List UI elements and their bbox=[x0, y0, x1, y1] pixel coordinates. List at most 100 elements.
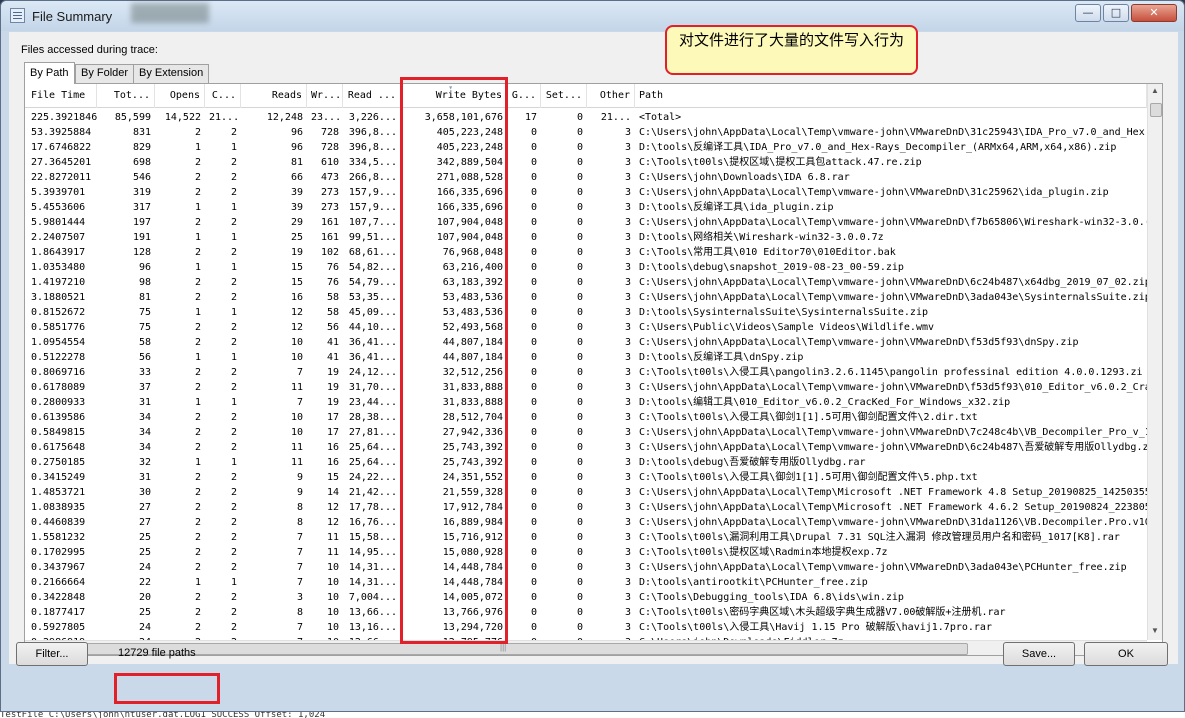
col-header-total[interactable]: Tot... bbox=[97, 84, 155, 108]
file-summary-app-icon bbox=[10, 8, 25, 23]
table-row[interactable]: 0.2800933 31 1 1 7 19 23,44... 31,833,888 0 0 3 D:\… bbox=[25, 395, 1147, 410]
table-row[interactable]: 53.3925884 831 2 2 96 728 396,8... 405,223,248 0… bbox=[25, 125, 1147, 140]
table-row[interactable]: 1.0838935 27 2 2 8 12 17,78... 17,912,784 0 0 3 C:\… bbox=[25, 500, 1147, 515]
cell-write-bytes: 271,088,528 bbox=[436, 172, 503, 183]
cell-total: 27 bbox=[138, 517, 151, 528]
save-button[interactable]: Save... bbox=[1003, 642, 1075, 666]
table-row[interactable]: 1.0353480 96 1 1 15 76 54,82... 63,216,400 0 0 3 D:… bbox=[25, 260, 1147, 275]
title-bar[interactable]: File Summary — □ ✕ bbox=[1, 1, 1184, 31]
col-header-get[interactable]: G... bbox=[507, 84, 541, 108]
cell-total: 20 bbox=[138, 592, 151, 603]
close-button[interactable]: ✕ bbox=[1131, 4, 1177, 22]
table-row[interactable]: 5.3939701 319 2 2 39 273 157,9... 166,335,696 0 0… bbox=[25, 185, 1147, 200]
cell-other: 3 bbox=[624, 127, 631, 138]
table-row[interactable]: 0.1702995 25 2 2 7 11 14,95... 15,080,928 0 0 3 C:\… bbox=[25, 545, 1147, 560]
table-row[interactable]: 0.5849815 34 2 2 10 17 27,81... 27,942,336 0 0 3 C:… bbox=[25, 425, 1147, 440]
col-header-opens[interactable]: Opens bbox=[155, 84, 205, 108]
vertical-scroll-thumb[interactable] bbox=[1150, 103, 1162, 117]
table-row[interactable]: 1.5581232 25 2 2 7 11 15,58... 15,716,912 0 0 3 C:\… bbox=[25, 530, 1147, 545]
table-row[interactable]: 0.2166664 22 1 1 7 10 14,31... 14,448,784 0 0 3 D:\… bbox=[25, 575, 1147, 590]
col-header-path[interactable]: Path bbox=[635, 84, 1147, 108]
cell-get: 0 bbox=[530, 607, 537, 618]
cell-other: 3 bbox=[624, 472, 631, 483]
scroll-down-icon[interactable]: ▼ bbox=[1151, 626, 1159, 635]
table-row[interactable]: 0.5851776 75 2 2 12 56 44,10... 52,493,568 0 0 3 C:… bbox=[25, 320, 1147, 335]
cell-total: 31 bbox=[138, 397, 151, 408]
maximize-button[interactable]: □ bbox=[1103, 4, 1129, 22]
table-row[interactable]: 5.4553606 317 1 1 39 273 157,9... 166,335,696 0 0… bbox=[25, 200, 1147, 215]
table-row[interactable]: 27.3645201 698 2 2 81 610 334,5... 342,889,504 0… bbox=[25, 155, 1147, 170]
cell-other: 3 bbox=[624, 547, 631, 558]
cell-opens: 2 bbox=[194, 502, 201, 513]
table-row[interactable]: 5.9801444 197 2 2 29 161 107,7... 107,904,048 0 0… bbox=[25, 215, 1147, 230]
table-row[interactable]: 0.1877417 25 2 2 8 10 13,66... 13,766,976 0 0 3 C:\… bbox=[25, 605, 1147, 620]
cell-read-bytes: 99,51... bbox=[348, 232, 397, 243]
table-row[interactable]: 0.6139586 34 2 2 10 17 28,38... 28,512,704 0 0 3 C:… bbox=[25, 410, 1147, 425]
table-row[interactable]: 0.3437967 24 2 2 7 10 14,31... 14,448,784 0 0 3 C:\… bbox=[25, 560, 1147, 575]
table-row[interactable]: 1.4197210 98 2 2 15 76 54,79... 63,183,392 0 0 3 C:… bbox=[25, 275, 1147, 290]
cell-closes: 1 bbox=[230, 352, 237, 363]
cell-opens: 2 bbox=[194, 187, 201, 198]
cell-reads: 7 bbox=[296, 577, 303, 588]
cell-closes: 2 bbox=[230, 562, 237, 573]
scroll-up-icon[interactable]: ▲ bbox=[1151, 86, 1159, 95]
cell-read-bytes: 14,31... bbox=[348, 577, 397, 588]
tab-by-path[interactable]: By Path bbox=[24, 62, 75, 84]
table-row[interactable]: 17.6746822 829 1 1 96 728 396,8... 405,223,248 0… bbox=[25, 140, 1147, 155]
table-row[interactable]: 225.3921846 85,599 14,522 21... 12,248 23... 3… bbox=[25, 110, 1147, 125]
table-row[interactable]: 1.4853721 30 2 2 9 14 21,42... 21,559,328 0 0 3 C:\… bbox=[25, 485, 1147, 500]
cell-set: 0 bbox=[576, 277, 583, 288]
cell-path: <Total> bbox=[639, 112, 682, 123]
cell-write-bytes: 405,223,248 bbox=[436, 127, 503, 138]
col-header-other[interactable]: Other bbox=[587, 84, 635, 108]
table-row[interactable]: 0.3415249 31 2 2 9 15 24,22... 24,351,552 0 0 3 C:\… bbox=[25, 470, 1147, 485]
table-row[interactable]: 0.8069716 33 2 2 7 19 24,12... 32,512,256 0 0 3 C:\… bbox=[25, 365, 1147, 380]
tab-by-extension[interactable]: By Extension bbox=[133, 64, 210, 83]
table-row[interactable]: 1.8643917 128 2 2 19 102 68,61... 76,968,048 0 0 3… bbox=[25, 245, 1147, 260]
col-header-set[interactable]: Set... bbox=[541, 84, 587, 108]
table-row[interactable]: 22.8272011 546 2 2 66 473 266,8... 271,088,528 0… bbox=[25, 170, 1147, 185]
file-summary-window: File Summary — □ ✕ Files accessed during… bbox=[0, 0, 1185, 712]
vertical-scrollbar[interactable]: ▲ ▼ bbox=[1147, 84, 1162, 640]
cell-write-bytes: 15,080,928 bbox=[442, 547, 503, 558]
col-header-write-bytes[interactable]: ▾ Write Bytes bbox=[401, 84, 507, 108]
cell-get: 0 bbox=[530, 547, 537, 558]
cell-total: 96 bbox=[138, 262, 151, 273]
cell-closes: 2 bbox=[230, 217, 237, 228]
table-row[interactable]: 0.8152672 75 1 1 12 58 45,09... 53,483,536 0 0 3 D:… bbox=[25, 305, 1147, 320]
cell-write-bytes: 166,335,696 bbox=[436, 187, 503, 198]
cell-opens: 2 bbox=[194, 607, 201, 618]
col-header-read-bytes[interactable]: Read ... bbox=[343, 84, 401, 108]
col-header-writes[interactable]: Wr... bbox=[307, 84, 343, 108]
cell-path: C:\Users\john\AppData\Local\Temp\vmware-… bbox=[639, 217, 1147, 228]
col-header-closes[interactable]: C... bbox=[205, 84, 241, 108]
cell-file-time: 0.6178089 bbox=[31, 382, 86, 393]
col-header-file-time[interactable]: File Time bbox=[27, 84, 97, 108]
table-row[interactable]: 0.6178089 37 2 2 11 19 31,70... 31,833,888 0 0 3 C:… bbox=[25, 380, 1147, 395]
cell-other: 3 bbox=[624, 397, 631, 408]
cell-read-bytes: 14,95... bbox=[348, 547, 397, 558]
cell-reads: 25 bbox=[290, 232, 303, 243]
table-row[interactable]: 0.3422848 20 2 2 3 10 7,004... 14,005,072 0 0 3 C:\… bbox=[25, 590, 1147, 605]
cell-get: 0 bbox=[530, 217, 537, 228]
table-row[interactable]: 0.6175648 34 2 2 11 16 25,64... 25,743,392 0 0 3 C:… bbox=[25, 440, 1147, 455]
table-row[interactable]: 1.0954554 58 2 2 10 41 36,41... 44,807,184 0 0 3 C:… bbox=[25, 335, 1147, 350]
cell-get: 0 bbox=[530, 577, 537, 588]
table-row[interactable]: 0.5927805 24 2 2 7 10 13,16... 13,294,720 0 0 3 C:\… bbox=[25, 620, 1147, 635]
cell-file-time: 0.5122278 bbox=[31, 352, 86, 363]
cell-closes: 2 bbox=[230, 592, 237, 603]
cell-file-time: 0.5927805 bbox=[31, 622, 86, 633]
col-header-reads[interactable]: Reads bbox=[241, 84, 307, 108]
cell-file-time: 1.0353480 bbox=[31, 262, 86, 273]
filter-button[interactable]: Filter... bbox=[16, 642, 88, 666]
table-row[interactable]: 2.2407507 191 1 1 25 161 99,51... 107,904,048 0 0… bbox=[25, 230, 1147, 245]
table-row[interactable]: 3.1880521 81 2 2 16 58 53,35... 53,483,536 0 0 3 C:… bbox=[25, 290, 1147, 305]
ok-button[interactable]: OK bbox=[1084, 642, 1168, 666]
tab-by-folder[interactable]: By Folder bbox=[75, 64, 135, 83]
table-row[interactable]: 0.2750185 32 1 1 11 16 25,64... 25,743,392 0 0 3 D:… bbox=[25, 455, 1147, 470]
table-row[interactable]: 0.4460839 27 2 2 8 12 16,76... 16,889,984 0 0 3 C:\… bbox=[25, 515, 1147, 530]
minimize-button[interactable]: — bbox=[1075, 4, 1101, 22]
cell-reads: 8 bbox=[296, 607, 303, 618]
table-row[interactable]: 0.5122278 56 1 1 10 41 36,41... 44,807,184 0 0 3 D:… bbox=[25, 350, 1147, 365]
cell-set: 0 bbox=[576, 337, 583, 348]
